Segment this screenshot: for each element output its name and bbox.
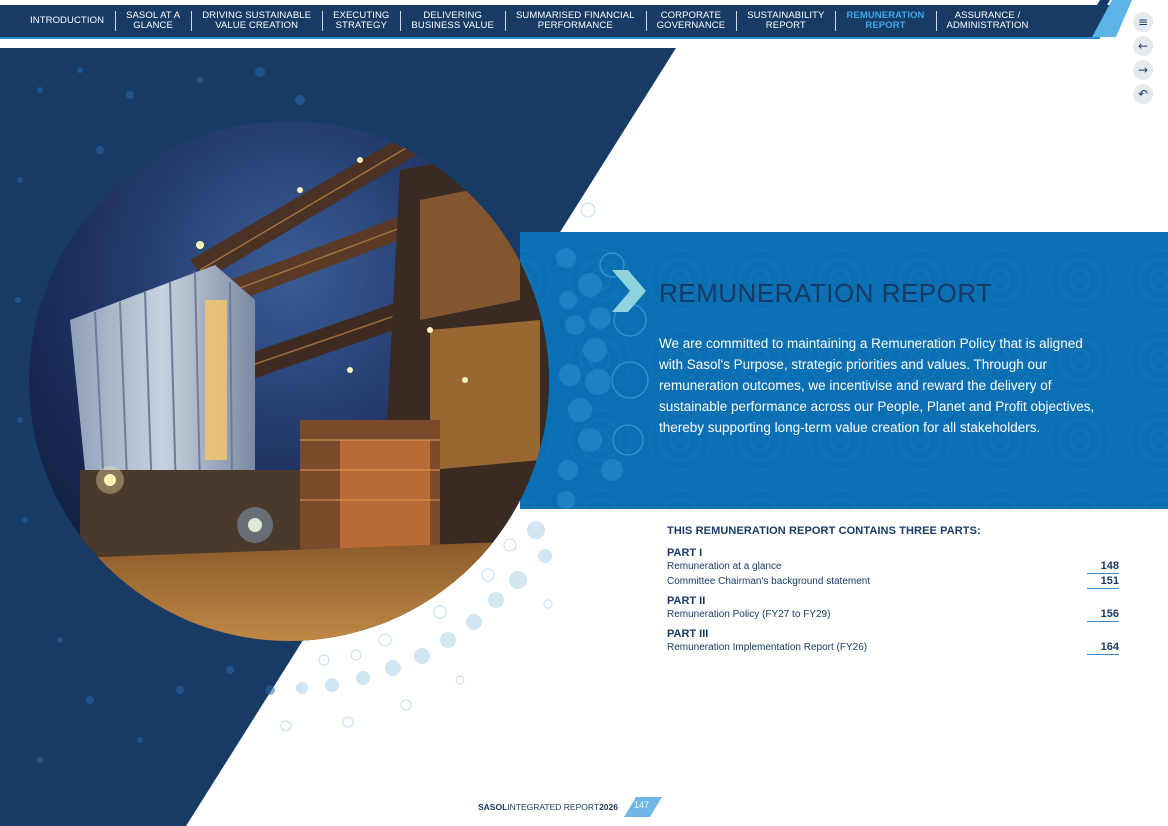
nav-item-label-line2: STRATEGY	[335, 20, 387, 31]
nav-item-1[interactable]: INTRODUCTION	[0, 16, 115, 26]
page-title: REMUNERATION REPORT	[659, 278, 993, 308]
contents-entry[interactable]: Remuneration at a glance 148	[667, 559, 1119, 574]
contents-part: PART I Remuneration at a glance 148 Committ…	[667, 547, 1119, 589]
part-title: PART II	[667, 595, 706, 607]
nav-item-label-line2: GOVERNANCE	[656, 20, 726, 31]
arrow-right-button[interactable]: →	[1133, 60, 1153, 80]
entry-page-link[interactable]: 156	[1087, 608, 1119, 622]
side-controls: ≡ ← → ↶	[1133, 12, 1155, 108]
nav-item-8[interactable]: SUSTAINABILITY REPORT	[736, 11, 835, 31]
return-icon: ↶	[1137, 87, 1149, 101]
report-contents: THIS REMUNERATION REPORT CONTAINS THREE …	[667, 525, 1119, 661]
nav-item-label-line2: BUSINESS VALUE	[411, 20, 494, 31]
part-title: PART III	[667, 628, 709, 640]
arrow-right-icon: →	[1137, 63, 1149, 77]
contents-entry[interactable]: Remuneration Policy (FY27 to FY29) 156	[667, 607, 1119, 622]
nav-item-10[interactable]: ASSURANCE / ADMINISTRATION	[935, 11, 1040, 31]
nav-item-5[interactable]: DELIVERING BUSINESS VALUE	[400, 11, 505, 31]
contents-entry[interactable]: Committee Chairman's background statemen…	[667, 574, 1119, 589]
menu-icon: ≡	[1137, 15, 1149, 29]
intro-paragraph: We are committed to maintaining a Remune…	[659, 336, 1095, 435]
top-navigation: INTRODUCTION SASOL AT A GLANCE DRIVING SUST…	[0, 5, 1110, 37]
page-footer: SASOL INTEGRATED REPORT 2026 147	[478, 797, 664, 817]
nav-item-label-line1: INTRODUCTION	[30, 15, 105, 26]
return-button[interactable]: ↶	[1133, 84, 1153, 104]
nav-item-label-line2: ADMINISTRATION	[946, 20, 1029, 31]
chevron-right-icon	[612, 270, 646, 312]
entry-label: Remuneration at a glance	[667, 561, 782, 572]
contents-part: PART II Remuneration Policy (FY27 to FY29…	[667, 595, 1119, 622]
nav-item-6[interactable]: SUMMARISED FINANCIAL PERFORMANCE	[504, 11, 646, 31]
nav-item-label-line2: VALUE CREATION	[215, 20, 299, 31]
entry-page-link[interactable]: 151	[1087, 575, 1119, 589]
footer-brand: SASOL	[478, 802, 508, 812]
nav-corner-accent	[1078, 0, 1132, 37]
entry-page-link[interactable]: 164	[1087, 641, 1119, 655]
arrow-left-button[interactable]: ←	[1133, 36, 1153, 56]
page-number: 147	[633, 800, 650, 810]
footer-report-name: INTEGRATED REPORT	[507, 802, 600, 812]
nav-item-label-line2: REPORT	[765, 20, 806, 31]
nav-item-label-line2: REPORT	[865, 20, 906, 31]
entry-label: Remuneration Policy (FY27 to FY29)	[667, 609, 831, 620]
page-number-badge: 147	[623, 797, 664, 817]
entry-label: Committee Chairman's background statemen…	[667, 576, 871, 587]
nav-item-9[interactable]: REMUNERATION REPORT	[835, 11, 935, 31]
footer-year: 2026	[599, 802, 618, 812]
contents-heading: THIS REMUNERATION REPORT CONTAINS THREE …	[667, 525, 981, 537]
nav-item-label-line2: GLANCE	[133, 20, 173, 31]
contents-parts: PART I Remuneration at a glance 148 Committ…	[667, 547, 1119, 655]
contents-part: PART III Remuneration Implementation Repo…	[667, 628, 1119, 655]
nav-item-3[interactable]: DRIVING SUSTAINABLE VALUE CREATION	[191, 11, 322, 31]
contents-entry[interactable]: Remuneration Implementation Report (FY26…	[667, 640, 1119, 655]
entry-label: Remuneration Implementation Report (FY26…	[667, 642, 868, 653]
nav-item-2[interactable]: SASOL AT A GLANCE	[115, 11, 191, 31]
entry-page-link[interactable]: 148	[1087, 560, 1119, 574]
nav-item-7[interactable]: CORPORATE GOVERNANCE	[645, 11, 737, 31]
part-title: PART I	[667, 547, 703, 559]
navigation-underline	[0, 37, 1100, 39]
nav-item-label-line2: PERFORMANCE	[537, 20, 613, 31]
nav-item-4[interactable]: EXECUTING STRATEGY	[322, 11, 400, 31]
menu-button[interactable]: ≡	[1133, 12, 1153, 32]
arrow-left-icon: ←	[1137, 39, 1149, 53]
